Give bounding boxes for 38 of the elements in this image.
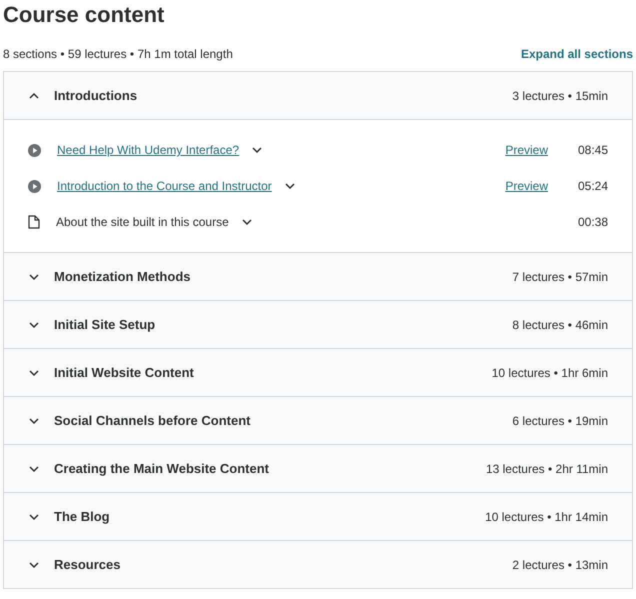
section-header[interactable]: Initial Website Content 10 lectures • 1hr 6min <box>4 349 632 396</box>
section-meta: 6 lectures • 19min <box>512 412 608 430</box>
section-header[interactable]: Social Channels before Content 6 lectures • 19min <box>4 397 632 444</box>
section-meta: 3 lectures • 15min <box>512 88 608 104</box>
play-icon <box>28 144 41 156</box>
section-meta: 2 lectures • 13min <box>512 556 608 574</box>
section-meta: 13 lectures • 2hr 11min <box>486 460 608 478</box>
document-icon <box>28 215 40 229</box>
page-title: Course content <box>3 1 166 29</box>
lecture-duration: 08:45 <box>576 142 608 159</box>
section-header[interactable]: Resources 2 lectures • 13min <box>4 541 632 588</box>
section-title: Social Channels before Content <box>54 412 252 430</box>
section-title: The Blog <box>54 508 111 526</box>
lecture-link[interactable]: Need Help With Udemy Interface? <box>57 141 240 159</box>
section-title: Introductions <box>54 86 138 105</box>
expand-all-link[interactable]: Expand all sections <box>520 45 633 63</box>
lecture-duration: 05:24 <box>576 178 608 195</box>
lecture-duration: 00:38 <box>576 214 608 231</box>
course-summary: 8 sections • 59 lectures • 7h 1m total length <box>3 46 233 63</box>
section-title: Initial Website Content <box>54 364 195 382</box>
section-title: Resources <box>54 556 122 574</box>
preview-link[interactable]: Preview <box>505 177 548 195</box>
section-title: Initial Site Setup <box>54 316 156 334</box>
section-meta: 8 lectures • 46min <box>512 316 608 334</box>
lecture-link[interactable]: Introduction to the Course and Instructor <box>57 177 272 195</box>
section-header[interactable]: Initial Site Setup 8 lectures • 46min <box>4 301 632 348</box>
lecture-title: About the site built in this course <box>56 214 229 231</box>
section-header[interactable]: Creating the Main Website Content 13 lectures • 2hr 11min <box>4 445 632 492</box>
section-meta: 10 lectures • 1hr 6min <box>492 364 608 382</box>
preview-link[interactable]: Preview <box>505 141 548 159</box>
section-title: Creating the Main Website Content <box>54 460 270 478</box>
play-icon <box>28 180 41 192</box>
section-header[interactable]: Monetization Methods 7 lectures • 57min <box>4 253 632 300</box>
section-header[interactable]: Introductions 3 lectures • 15min <box>4 72 632 119</box>
section-title: Monetization Methods <box>54 268 192 286</box>
section-meta: 7 lectures • 57min <box>512 268 608 286</box>
section-header[interactable]: The Blog 10 lectures • 1hr 14min <box>4 493 632 540</box>
section-meta: 10 lectures • 1hr 14min <box>485 508 608 526</box>
